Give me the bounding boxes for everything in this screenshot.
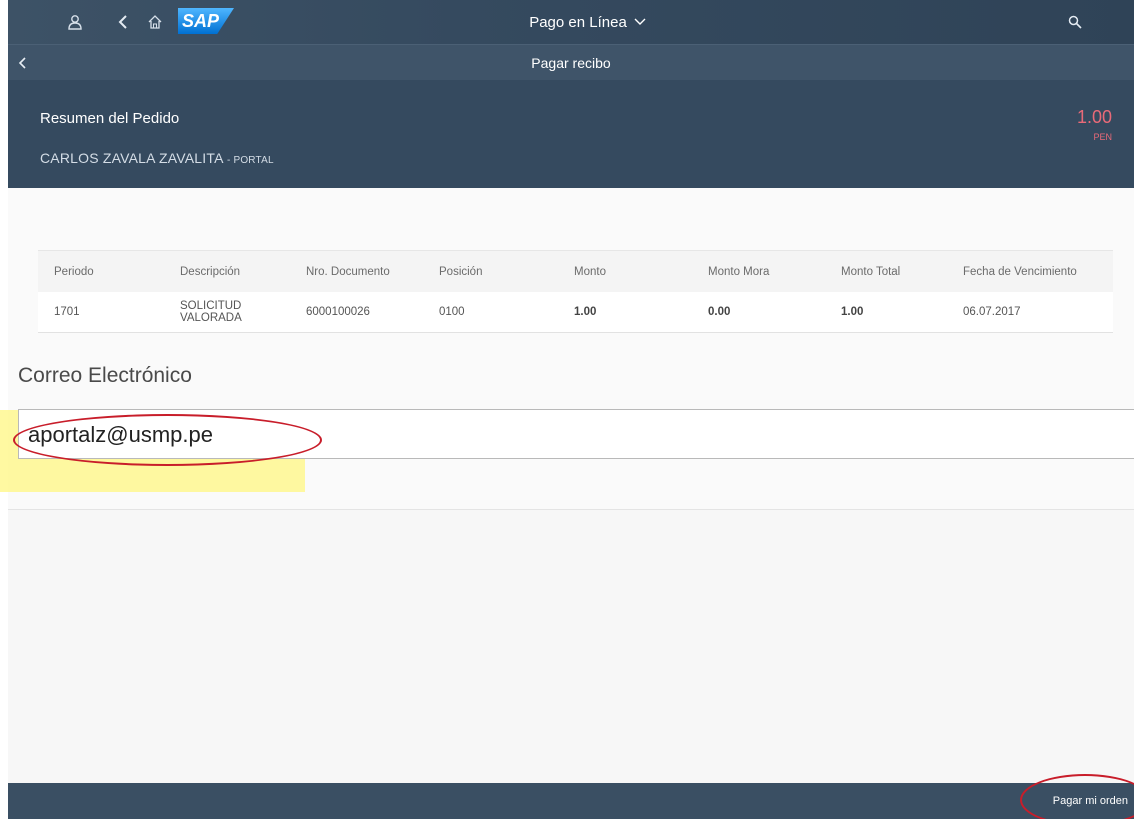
shell-bar: SAP Pago en Línea	[8, 0, 1134, 44]
table-row[interactable]: 1701 SOLICITUD VALORADA 6000100026 0100 …	[38, 292, 1113, 332]
cell-monto-mora: 0.00	[708, 306, 731, 318]
app-title: Pago en Línea	[529, 13, 627, 31]
customer-name-text: CARLOS ZAVALA ZAVALITA	[40, 150, 223, 166]
cell-documento: 6000100026	[306, 306, 370, 318]
col-header-monto-total: Monto Total	[841, 265, 901, 278]
cell-vencimiento: 06.07.2017	[963, 306, 1021, 318]
customer-name: CARLOS ZAVALA ZAVALITA - PORTAL	[40, 150, 274, 166]
cell-monto-total: 1.00	[841, 306, 864, 318]
page-title: Pagar recibo	[531, 55, 611, 71]
col-header-monto: Monto	[574, 265, 606, 278]
col-header-descripcion: Descripción	[180, 265, 241, 278]
col-header-periodo: Periodo	[54, 265, 94, 278]
sap-logo[interactable]: SAP	[178, 8, 234, 34]
cell-posicion: 0100	[439, 306, 465, 318]
app-title-menu[interactable]: Pago en Línea	[468, 0, 708, 44]
cell-monto: 1.00	[574, 306, 597, 318]
receipt-table: Periodo Descripción Nro. Documento Posic…	[38, 250, 1113, 333]
cell-descripcion: SOLICITUD VALORADA	[180, 300, 242, 324]
email-annotation-circle	[13, 414, 322, 466]
footer-toolbar: Pagar mi orden	[8, 783, 1134, 819]
home-icon[interactable]	[140, 0, 170, 44]
col-header-vencimiento: Fecha de Vencimiento	[963, 265, 1077, 278]
total-amount: 1.00	[1076, 107, 1112, 127]
col-header-posicion: Posición	[439, 265, 483, 278]
col-header-monto-mora: Monto Mora	[708, 265, 770, 278]
customer-suffix: - PORTAL	[226, 155, 274, 166]
summary-title: Resumen del Pedido	[40, 110, 180, 127]
back-icon[interactable]	[108, 0, 138, 44]
table-header: Periodo Descripción Nro. Documento Posic…	[38, 250, 1113, 292]
user-icon[interactable]	[60, 0, 90, 44]
search-icon[interactable]	[1060, 0, 1090, 44]
email-label: Correo Electrónico	[18, 364, 192, 387]
page-header: Pagar recibo	[8, 44, 1134, 80]
chevron-down-icon	[633, 14, 647, 31]
currency-code: PEN	[1093, 132, 1112, 142]
order-summary-header: Resumen del Pedido CARLOS ZAVALA ZAVALIT…	[8, 80, 1134, 188]
cell-periodo: 1701	[54, 306, 80, 318]
col-header-documento: Nro. Documento	[306, 265, 390, 278]
